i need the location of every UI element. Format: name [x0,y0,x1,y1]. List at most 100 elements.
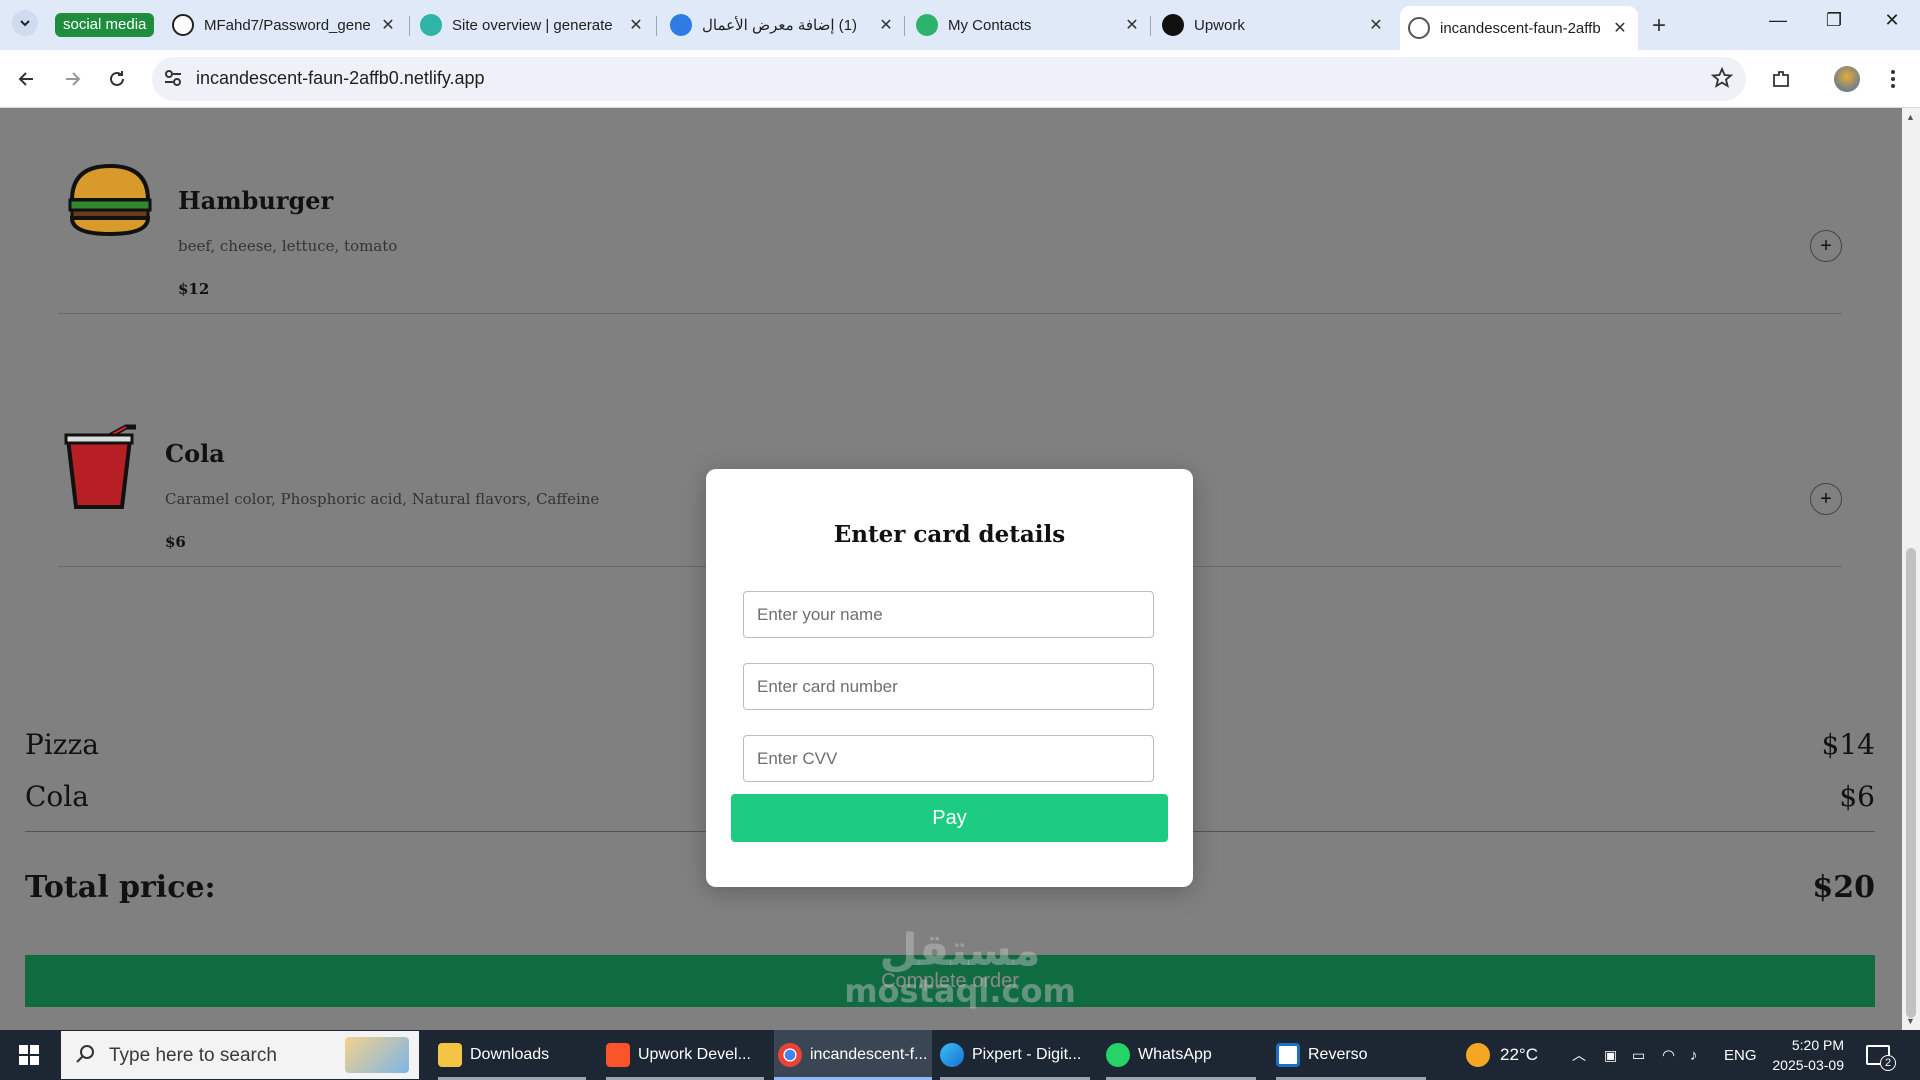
close-icon[interactable]: ✕ [1122,15,1142,35]
windows-start-icon[interactable] [0,1030,58,1080]
new-tab-icon[interactable]: + [1652,12,1666,40]
tab-incandescent[interactable]: incandescent-faun-2affb ✕ [1400,6,1638,50]
card-number-input[interactable] [743,663,1154,710]
mostaql-watermark: مستقل mostaql.com [840,925,1080,1009]
add-to-cart-button[interactable]: + [1810,483,1842,515]
cart-item-price: $14 [1821,728,1875,761]
window-close-icon[interactable]: ✕ [1872,10,1912,31]
taskbar-app-whatsapp[interactable]: WhatsApp [1106,1030,1256,1080]
volume-icon[interactable]: ♪ [1690,1030,1698,1080]
tab-separator [1150,16,1151,36]
battery-icon[interactable]: ▭ [1632,1030,1645,1080]
scroll-down-icon[interactable]: ▼ [1906,1016,1915,1026]
tab-title: incandescent-faun-2affb [1440,19,1601,37]
cola-cup-icon [64,423,140,515]
search-placeholder: Type here to search [109,1045,277,1066]
scrollbar-thumb[interactable] [1906,548,1916,1018]
search-highlight-icon [345,1037,409,1073]
folder-icon [438,1043,462,1067]
menu-item-ingredients: Caramel color, Phosphoric acid, Natural … [165,490,600,508]
weather-widget[interactable]: 22°C [1466,1030,1538,1080]
taskbar-app-label: Pixpert - Digit... [972,1046,1082,1063]
tab-my-contacts[interactable]: My Contacts ✕ [916,8,1142,42]
taskbar-app-brave[interactable]: Upwork Devel... [606,1030,764,1080]
tab-netlify[interactable]: Site overview | generate ✕ [420,8,646,42]
close-icon[interactable]: ✕ [378,15,398,35]
taskbar-app-downloads[interactable]: Downloads [438,1030,586,1080]
address-bar[interactable]: incandescent-faun-2affb0.netlify.app [152,57,1746,101]
edge-icon [940,1043,964,1067]
close-icon[interactable]: ✕ [1366,15,1386,35]
tab-github[interactable]: MFahd7/Password_gene ✕ [172,8,398,42]
site-settings-icon[interactable] [162,67,184,94]
menu-item-price: $6 [165,533,186,551]
menu-item-price: $12 [178,280,210,298]
tab-title: Site overview | generate [452,16,613,34]
tray-chevron-up-icon[interactable]: ︿ [1572,1030,1586,1080]
reload-icon[interactable] [102,64,132,94]
tab-group-chip[interactable]: social media [55,13,155,37]
windows-taskbar: Type here to search Downloads Upwork Dev… [0,1030,1920,1080]
menu-item-name: Cola [165,439,225,468]
weather-sun-icon [1466,1043,1490,1067]
cart-item-price: $6 [1839,780,1875,813]
pay-button[interactable]: Pay [731,794,1168,842]
page-scrollbar[interactable]: ▲ ▼ [1902,108,1920,1030]
browser-toolbar: incandescent-faun-2affb0.netlify.app [0,50,1920,108]
hamburger-icon [66,162,154,242]
clock[interactable]: 5:20 PM 2025-03-09 [1770,1030,1844,1080]
wifi-icon[interactable]: ◠ [1662,1030,1675,1080]
scroll-up-icon[interactable]: ▲ [1906,112,1915,122]
taskbar-app-edge[interactable]: Pixpert - Digit... [940,1030,1090,1080]
cvv-input[interactable] [743,735,1154,782]
total-price-value: $20 [1812,870,1875,905]
forward-icon[interactable] [57,64,87,94]
globe-icon [1408,17,1430,39]
add-to-cart-button[interactable]: + [1810,230,1842,262]
tab-title: MFahd7/Password_gene [204,16,371,34]
profile-avatar[interactable] [1832,64,1862,94]
brave-icon [606,1043,630,1067]
url-text: incandescent-faun-2affb0.netlify.app [196,68,485,88]
name-input[interactable] [743,591,1154,638]
back-icon[interactable] [12,64,42,94]
watermark-arabic: مستقل [879,925,1041,976]
language-indicator[interactable]: ENG [1724,1030,1757,1080]
bookmark-star-icon[interactable] [1710,66,1734,95]
tab-title: Upwork [1194,16,1245,34]
taskbar-app-label: incandescent-f... [810,1046,928,1063]
extensions-icon[interactable] [1766,64,1796,94]
github-icon [172,14,194,36]
modal-title: Enter card details [833,521,1066,548]
close-icon[interactable]: ✕ [1610,18,1630,38]
contacts-icon [916,14,938,36]
minimize-icon[interactable]: — [1758,10,1798,31]
chevron-down-icon [20,20,30,27]
taskbar-app-label: Reverso [1308,1046,1368,1063]
cart-item-name: Pizza [25,728,99,761]
restore-icon[interactable]: ❐ [1814,10,1854,31]
taskbar-app-label: WhatsApp [1138,1046,1212,1063]
tab-separator [904,16,905,36]
tab-mostaql[interactable]: (1) إضافة معرض الأعمال ✕ [670,8,896,42]
page-content: Hamburger beef, cheese, lettuce, tomato … [0,108,1902,1030]
tab-upwork[interactable]: Upwork ✕ [1162,8,1386,42]
clock-time: 5:20 PM [1791,1037,1844,1053]
taskbar-app-chrome[interactable]: incandescent-f... [774,1030,932,1080]
taskbar-search-box[interactable]: Type here to search [61,1031,419,1079]
whatsapp-icon [1106,1043,1130,1067]
mostaql-icon [670,14,692,36]
weather-temperature: 22°C [1500,1045,1538,1064]
meet-now-icon[interactable]: ▣ [1604,1030,1617,1080]
notification-count: 2 [1880,1055,1896,1071]
clock-date: 2025-03-09 [1772,1057,1844,1073]
menu-item-ingredients: beef, cheese, lettuce, tomato [178,237,398,255]
tab-search-button[interactable] [12,10,38,36]
notification-center-icon[interactable]: 2 [1866,1030,1896,1080]
close-icon[interactable]: ✕ [626,15,646,35]
reverso-icon [1276,1043,1300,1067]
taskbar-app-reverso[interactable]: Reverso [1276,1030,1426,1080]
close-icon[interactable]: ✕ [876,15,896,35]
menu-item-hamburger: Hamburger beef, cheese, lettuce, tomato … [58,108,1842,314]
menu-kebab-icon[interactable] [1878,64,1908,94]
